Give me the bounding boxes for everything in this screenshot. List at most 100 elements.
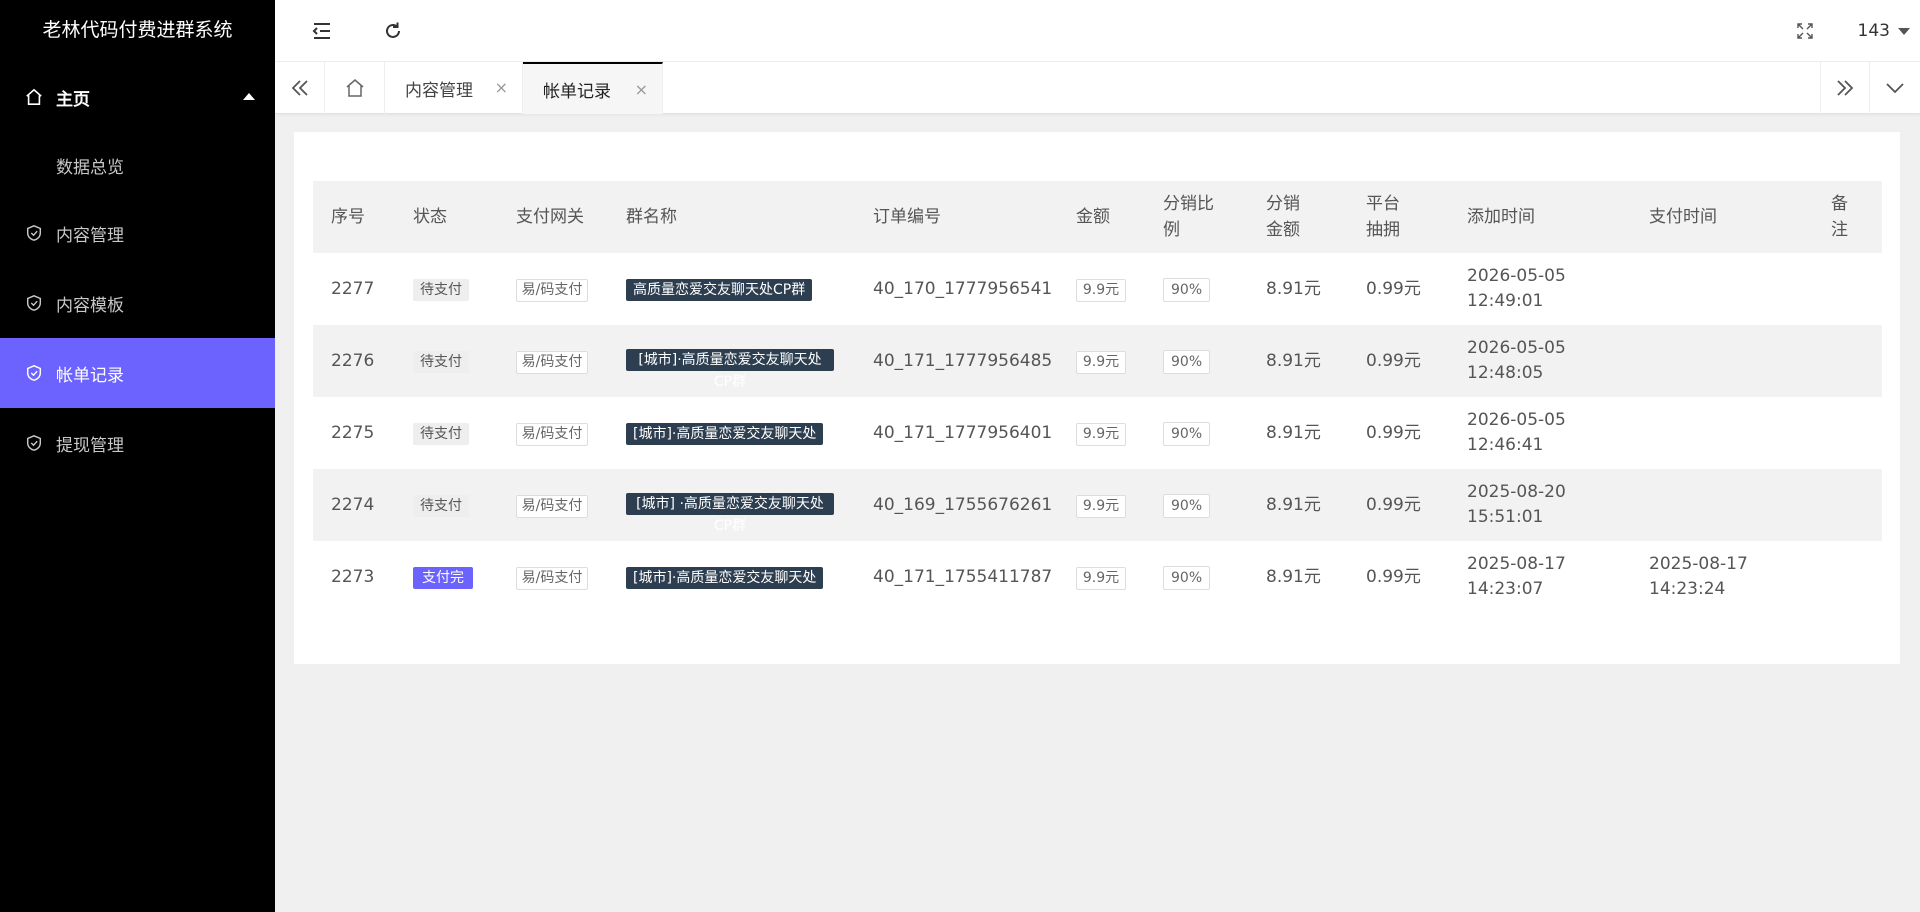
- cell-added-time: 2026-05-05 12:46:41: [1467, 410, 1566, 455]
- col-header: 群名称: [626, 207, 677, 227]
- gateway-badge: 易/码支付: [516, 350, 588, 374]
- cell-dist-amount: 8.91元: [1266, 494, 1321, 515]
- group-name-badge: [城市]·高质量恋爱交友聊天处CP群: [626, 349, 834, 390]
- cell-platform-fee: 0.99元: [1366, 350, 1421, 371]
- content-card: 序号 状态 支付网关 群名称 订单编号 金额 分销比例 分销金额 平台抽拥 添加…: [294, 132, 1900, 664]
- table-row[interactable]: 2276 待支付 易/码支付 [城市]·高质量恋爱交友聊天处CP群 40_171_177…: [313, 325, 1882, 397]
- col-header: 平台抽拥: [1366, 194, 1400, 240]
- cell-note: [1813, 541, 1882, 613]
- tab-label: 帐单记录: [543, 81, 611, 102]
- cell-paid-time: [1631, 469, 1813, 541]
- status-badge: 支付完: [413, 566, 473, 589]
- shield-icon: [24, 433, 44, 453]
- gateway-badge: 易/码支付: [516, 566, 588, 590]
- status-badge: 待支付: [413, 494, 469, 517]
- col-header: 序号: [331, 207, 365, 227]
- table-row[interactable]: 2277 待支付 易/码支付 高质量恋爱交友聊天处CP群 40_170_17779565…: [313, 253, 1882, 325]
- cell-platform-fee: 0.99元: [1366, 422, 1421, 443]
- col-header: 分销金额: [1266, 194, 1300, 240]
- sidebar-subitem-overview[interactable]: 数据总览: [0, 132, 275, 198]
- amount-badge: 9.9元: [1076, 494, 1126, 518]
- group-name-badge: [城市]·高质量恋爱交友聊天处: [626, 423, 824, 445]
- user-name: 143: [1857, 21, 1890, 41]
- shield-icon: [24, 293, 44, 313]
- cell-order-no: 40_171_1755411787: [873, 566, 1053, 587]
- col-header: 订单编号: [873, 207, 941, 227]
- user-menu[interactable]: 143: [1858, 0, 1910, 62]
- gateway-badge: 易/码支付: [516, 278, 588, 302]
- close-icon[interactable]: ×: [635, 80, 648, 99]
- refresh-icon[interactable]: [378, 16, 408, 46]
- amount-badge: 9.9元: [1076, 422, 1126, 446]
- cell-paid-time: [1631, 397, 1813, 469]
- tab-home-icon[interactable]: [325, 62, 385, 114]
- cell-added-time: 2025-08-17 14:23:07: [1467, 554, 1566, 599]
- sidebar-item-label: 主页: [56, 89, 90, 110]
- ratio-badge: 90%: [1163, 349, 1211, 374]
- sidebar-item-label: 内容管理: [56, 225, 124, 246]
- cell-note: [1813, 325, 1882, 397]
- sidebar-item-withdraw[interactable]: 提现管理: [0, 408, 275, 478]
- col-header: 支付网关: [516, 207, 584, 227]
- cell-dist-amount: 8.91元: [1266, 566, 1321, 587]
- cell-paid-time: [1631, 325, 1813, 397]
- amount-badge: 9.9元: [1076, 278, 1126, 302]
- cell-order-no: 40_171_1777956401: [873, 422, 1053, 443]
- cell-id: 2274: [331, 494, 375, 515]
- ratio-badge: 90%: [1163, 421, 1211, 446]
- col-header: 状态: [413, 207, 447, 227]
- group-name-badge: 高质量恋爱交友聊天处CP群: [626, 279, 813, 301]
- sidebar-item-content[interactable]: 内容管理: [0, 198, 275, 268]
- gateway-badge: 易/码支付: [516, 422, 588, 446]
- tabs-scroll-right-icon[interactable]: [1820, 62, 1870, 114]
- cell-order-no: 40_170_1777956541: [873, 278, 1053, 299]
- cell-added-time: 2026-05-05 12:48:05: [1467, 338, 1566, 383]
- cell-id: 2277: [331, 278, 375, 299]
- table-header-row: 序号 状态 支付网关 群名称 订单编号 金额 分销比例 分销金额 平台抽拥 添加…: [313, 181, 1882, 253]
- cell-order-no: 40_169_1755676261: [873, 494, 1053, 515]
- tab-content-management[interactable]: 内容管理 ×: [385, 62, 523, 114]
- ratio-badge: 90%: [1163, 493, 1211, 518]
- gateway-badge: 易/码支付: [516, 494, 588, 518]
- menu-collapse-icon[interactable]: [307, 16, 337, 46]
- table-row[interactable]: 2274 待支付 易/码支付 [城市] ·高质量恋爱交友聊天处CP群 40_169_17…: [313, 469, 1882, 541]
- col-header: 添加时间: [1467, 207, 1535, 227]
- cell-note: [1813, 469, 1882, 541]
- cell-dist-amount: 8.91元: [1266, 350, 1321, 371]
- top-header: 143: [275, 0, 1920, 62]
- close-icon[interactable]: ×: [495, 78, 508, 97]
- sidebar-item-label: 内容模板: [56, 295, 124, 316]
- table-row[interactable]: 2273 支付完 易/码支付 [城市]·高质量恋爱交友聊天处 40_171_175541…: [313, 541, 1882, 613]
- cell-paid-time: [1631, 253, 1813, 325]
- col-header: 备注: [1831, 194, 1848, 240]
- tab-label: 内容管理: [405, 80, 473, 101]
- shield-icon: [24, 363, 44, 383]
- tab-bill-records[interactable]: 帐单记录 ×: [523, 62, 663, 114]
- bills-table: 序号 状态 支付网关 群名称 订单编号 金额 分销比例 分销金额 平台抽拥 添加…: [313, 181, 1882, 613]
- table-row[interactable]: 2275 待支付 易/码支付 [城市]·高质量恋爱交友聊天处 40_171_177795…: [313, 397, 1882, 469]
- cell-paid-time: 2025-08-17 14:23:24: [1649, 554, 1748, 599]
- tabs-scroll-left-icon[interactable]: [275, 62, 325, 114]
- cell-id: 2276: [331, 350, 375, 371]
- sidebar-item-bills[interactable]: 帐单记录: [0, 338, 275, 408]
- cell-order-no: 40_171_1777956485: [873, 350, 1053, 371]
- sidebar-item-template[interactable]: 内容模板: [0, 268, 275, 338]
- fullscreen-icon[interactable]: [1790, 16, 1820, 46]
- app-title: 老林代码付费进群系统: [42, 19, 233, 41]
- cell-platform-fee: 0.99元: [1366, 278, 1421, 299]
- amount-badge: 9.9元: [1076, 566, 1126, 590]
- status-badge: 待支付: [413, 350, 469, 373]
- tabs-menu-chevron-down-icon[interactable]: [1870, 62, 1920, 114]
- cell-added-time: 2025-08-20 15:51:01: [1467, 482, 1566, 527]
- col-header: 金额: [1076, 207, 1110, 227]
- home-icon: [24, 87, 44, 107]
- cell-dist-amount: 8.91元: [1266, 278, 1321, 299]
- amount-badge: 9.9元: [1076, 350, 1126, 374]
- sidebar: 老林代码付费进群系统 主页 数据总览 内容管理 内容模板 帐单记录 提现管理: [0, 0, 275, 912]
- status-badge: 待支付: [413, 278, 469, 301]
- cell-id: 2273: [331, 566, 375, 587]
- sidebar-item-home[interactable]: 主页: [0, 62, 275, 132]
- cell-id: 2275: [331, 422, 375, 443]
- caret-down-icon: [1898, 27, 1910, 35]
- sidebar-item-label: 帐单记录: [56, 365, 124, 386]
